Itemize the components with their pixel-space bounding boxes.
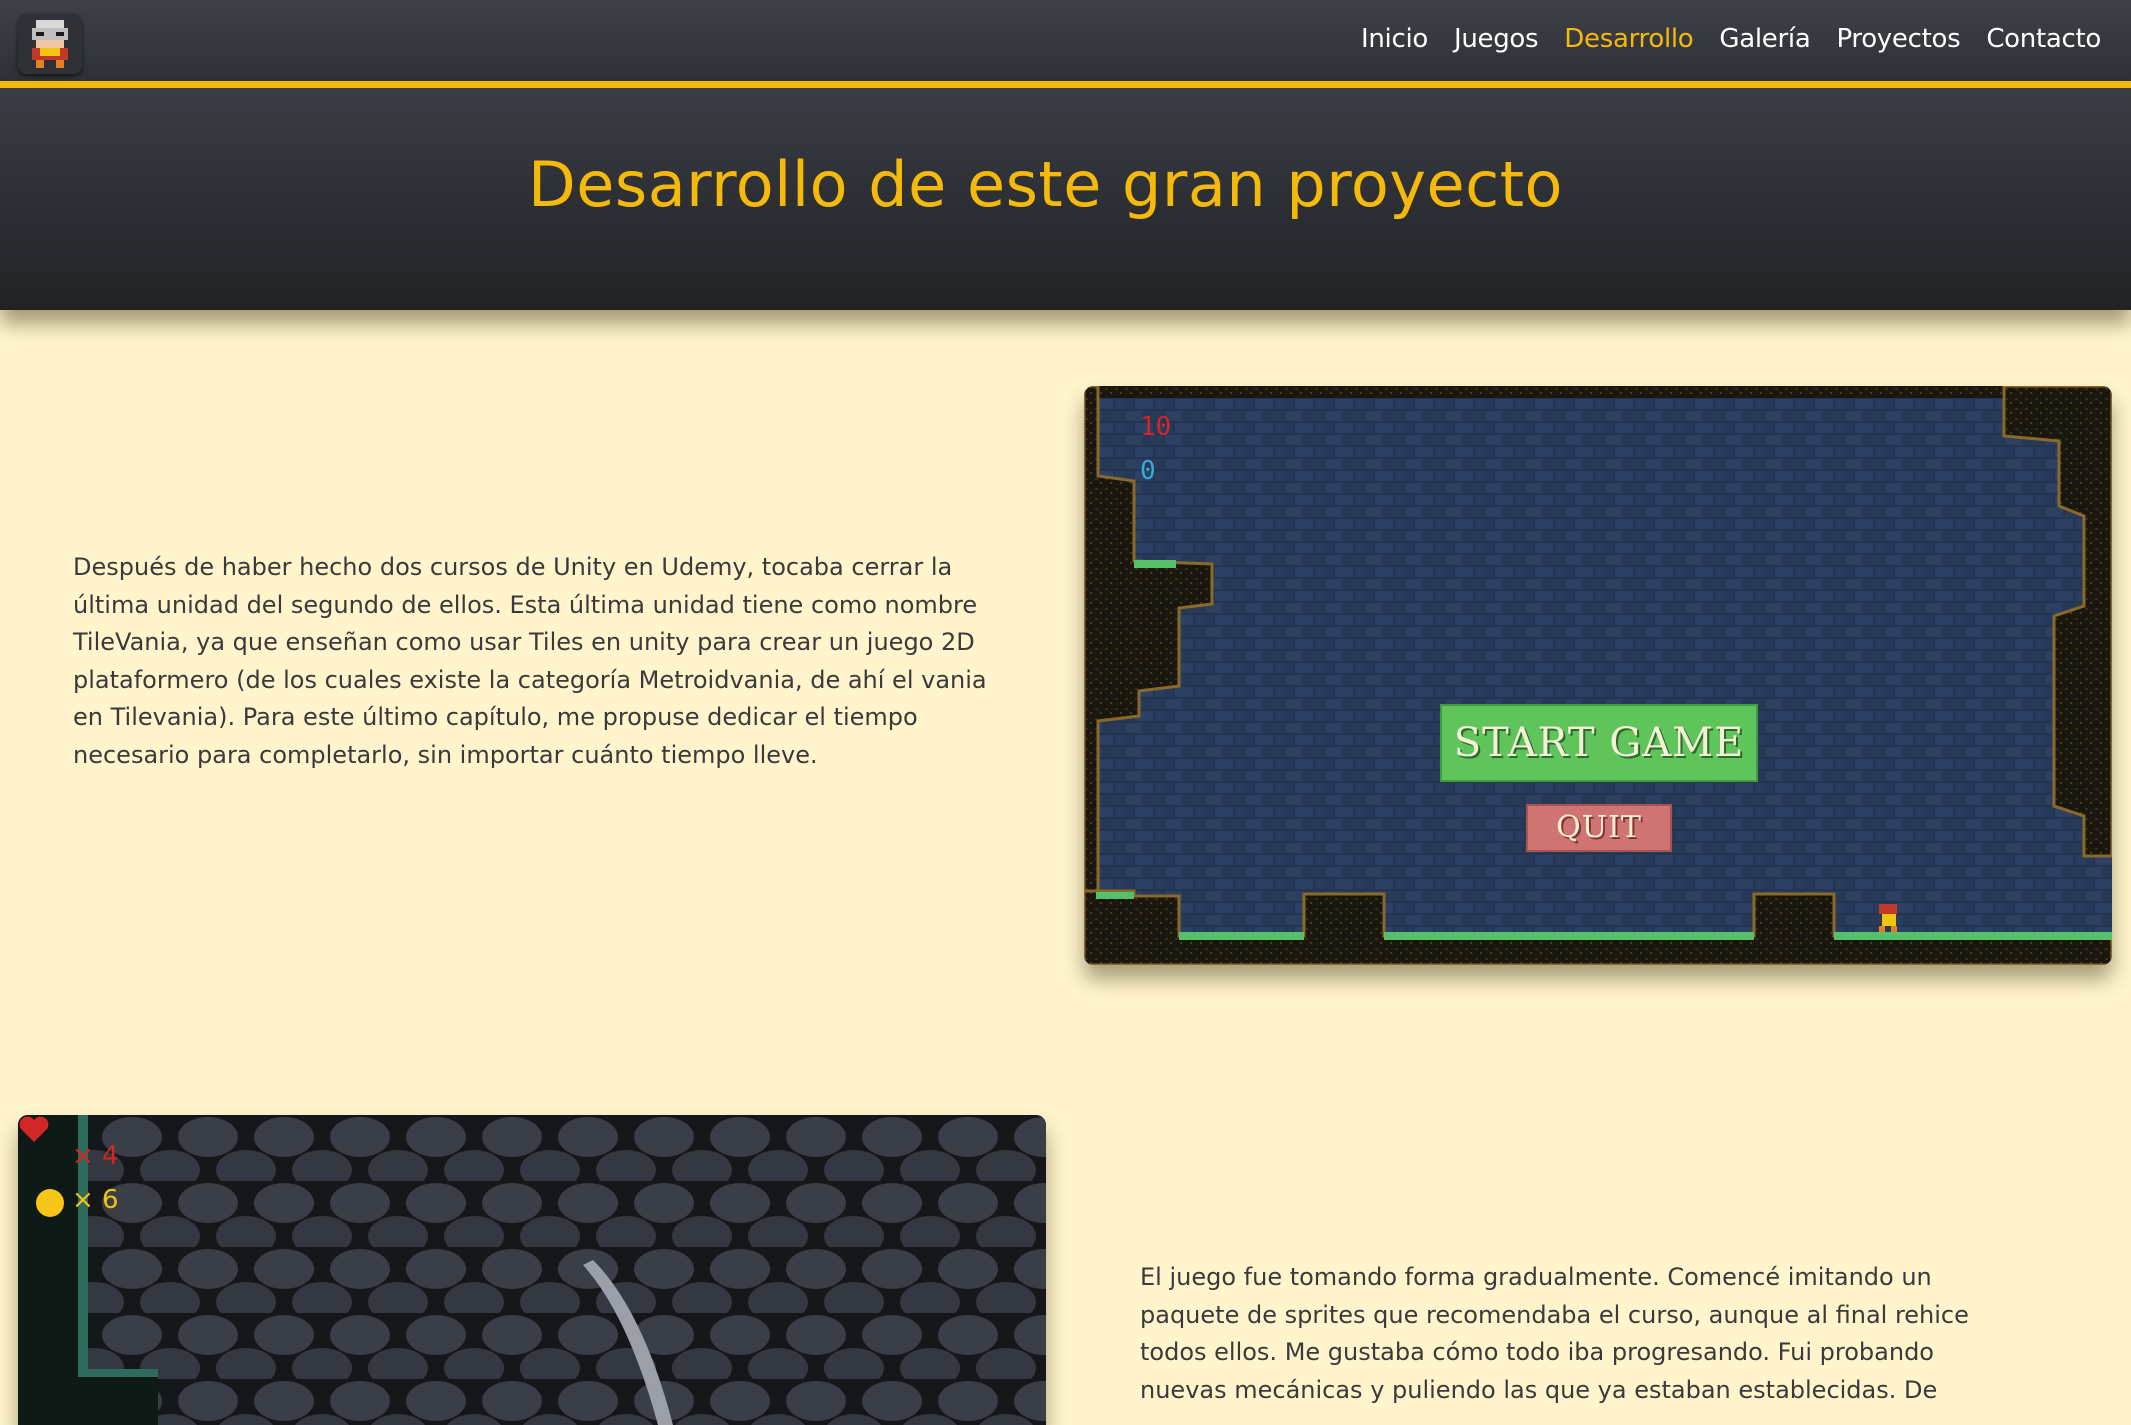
- nav-item-galeria[interactable]: Galería: [1719, 24, 1810, 54]
- section-2-text: El juego fue tomando forma gradualmente.…: [1140, 1263, 1969, 1404]
- logo-pixel-character-icon[interactable]: [18, 14, 82, 74]
- score-red-counter: 10: [1140, 412, 1172, 442]
- score-blue-counter: 0: [1140, 456, 1156, 486]
- nav-item-inicio[interactable]: Inicio: [1361, 24, 1428, 54]
- quit-button: QUIT: [1526, 804, 1672, 852]
- start-game-button: START GAME: [1440, 704, 1758, 782]
- game-screenshot-cave-level: × 4 × 6: [18, 1115, 1046, 1425]
- section-1-text: Después de haber hecho dos cursos de Uni…: [73, 553, 987, 769]
- page-title: Desarrollo de este gran proyecto: [528, 148, 1563, 221]
- hero-banner: Desarrollo de este gran proyecto: [0, 88, 2131, 310]
- coins-counter: × 6: [72, 1185, 119, 1215]
- nav-item-proyectos[interactable]: Proyectos: [1836, 24, 1960, 54]
- nav-item-juegos[interactable]: Juegos: [1454, 24, 1539, 54]
- nav-item-contacto[interactable]: Contacto: [1986, 24, 2101, 54]
- lives-counter: × 4: [72, 1141, 119, 1171]
- heart-icon: [19, 1116, 49, 1142]
- nav-item-desarrollo[interactable]: Desarrollo: [1564, 24, 1693, 54]
- main-nav: Inicio Juegos Desarrollo Galería Proyect…: [1361, 24, 2101, 54]
- coin-icon: [36, 1189, 64, 1217]
- navbar: Inicio Juegos Desarrollo Galería Proyect…: [0, 0, 2131, 88]
- game-screenshot-start-menu: 10 0 START GAME QUIT: [1084, 386, 2112, 965]
